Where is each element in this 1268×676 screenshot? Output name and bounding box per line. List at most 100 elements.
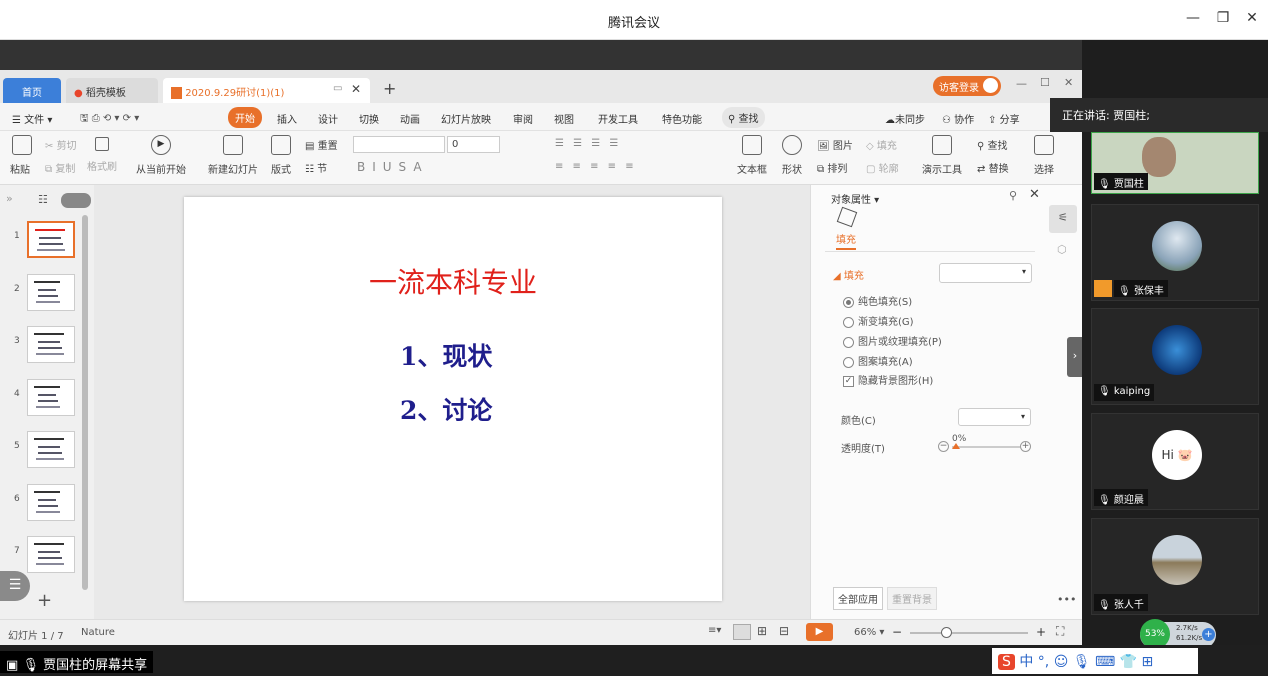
format-painter-button[interactable]: 格式刷 [87,135,117,173]
hide-background-checkbox[interactable]: ✓ [843,375,854,387]
wps-maximize-icon[interactable]: ☐ [1040,76,1050,89]
fill-button[interactable]: ◇ 填充 [866,137,897,152]
ime-toolbar[interactable]: S 中 °, ☺ 🎙 ⌨ 👕 ⊞ [992,648,1198,674]
picture-button[interactable]: 🖼 图片 [817,137,853,152]
collapse-panel-icon[interactable]: › [1067,337,1083,377]
hide-background-option[interactable]: ✓ 隐藏背景图形(H) [843,372,933,387]
transparency-plus-icon[interactable]: + [1020,441,1031,452]
replace-button[interactable]: ⇄ 替换 [977,160,1009,175]
cut-button[interactable]: ✂ 剪切 [45,137,77,152]
normal-view-icon[interactable] [733,624,751,640]
picture-fill-option[interactable]: 图片或纹理填充(P) [843,333,942,348]
theme-name[interactable]: Nature [81,627,115,638]
slide-item-1[interactable]: 1、现状 [400,337,492,373]
play-from-current-button[interactable]: ▶ 从当前开始 [132,135,190,176]
new-tab-icon[interactable]: + [383,79,396,98]
tab-view[interactable]: 视图 [554,111,574,126]
transparency-thumb[interactable] [952,443,960,449]
outline-button[interactable]: ▢ 轮廓 [866,160,899,175]
tab-home[interactable]: 首页 [3,78,61,103]
slide-thumbnail[interactable] [27,378,75,416]
reset-button[interactable]: ▤ 重置 [305,137,338,152]
paste-button[interactable]: 粘贴 [10,135,32,176]
close-icon[interactable]: ✕ [1242,10,1262,26]
copy-button[interactable]: ⧉ 复制 [45,160,75,175]
fill-section-header[interactable]: ◢ 填充 [833,267,864,282]
slide-item-2[interactable]: 2、讨论 [400,391,492,427]
reading-view-icon[interactable]: ⊟ [779,624,789,638]
shape-button[interactable]: 形状 [782,135,802,176]
settings-sidebar-icon[interactable]: ⚟ [1049,205,1077,233]
tab-insert[interactable]: 插入 [277,111,297,126]
presenter-tools-button[interactable]: 演示工具 [922,135,962,176]
close-panel-icon[interactable]: ✕ [1029,187,1040,202]
expand-monitor-icon[interactable]: + [1202,628,1215,641]
tab-document[interactable]: 2020.9.29研讨(1)(1) ▭ ✕ [163,78,370,103]
color-select[interactable]: ▾ [958,408,1031,426]
outline-view-icon[interactable]: ☷ [38,193,48,206]
paragraph-buttons[interactable]: ☰ ☰ ☰ ☰ [555,138,621,149]
solid-fill-option[interactable]: 纯色填充(S) [843,293,912,308]
slide-thumbnail[interactable] [27,431,75,468]
font-name-select[interactable] [353,136,445,153]
slide-thumbnail[interactable] [27,326,75,363]
zoom-level[interactable]: 66% ▾ [854,627,884,638]
fit-window-icon[interactable]: ⛶ [1056,624,1064,639]
participant-tile-2[interactable]: 🎙 kaiping [1091,308,1259,405]
tab-start[interactable]: 开始 [228,107,262,128]
more-icon[interactable]: ••• [1057,593,1076,606]
reset-background-button[interactable]: 重置背景 [887,587,937,610]
sync-status[interactable]: ☁未同步 [885,111,925,126]
collaborate-button[interactable]: ⚇ 协作 [942,111,974,126]
zoom-slider[interactable] [910,632,1028,634]
participant-tile-3[interactable]: Hi 🐷 🎙 颜迎晨 [1091,413,1259,510]
tab-slideshow[interactable]: 幻灯片放映 [441,111,491,126]
wps-minimize-icon[interactable]: — [1016,77,1027,90]
props-header[interactable]: 对象属性 ▾ [831,191,879,206]
gradient-fill-radio[interactable] [843,316,854,328]
pin-icon[interactable]: ⚲ [1009,189,1017,202]
expand-panel-icon[interactable]: » [6,192,13,205]
current-slide[interactable]: 一流本科专业 1、现状 2、讨论 [184,197,722,601]
wps-close-icon[interactable]: ✕ [1064,76,1073,89]
slide-thumbnail[interactable] [27,273,75,311]
quick-access-icons[interactable]: 🖫 ⎙ ⟲ ▾ ⟳ ▾ [80,111,139,128]
new-slide-button[interactable]: 新建幻灯片 [204,135,262,176]
tab-developer[interactable]: 开发工具 [598,111,638,126]
picture-fill-radio[interactable] [843,336,854,348]
font-size-select[interactable]: 0 [447,136,500,153]
zoom-thumb[interactable] [941,627,952,638]
solid-fill-radio[interactable] [843,296,854,308]
layout-button[interactable]: 版式 [271,135,291,176]
slide-thumbnail[interactable] [27,221,75,258]
tab-design[interactable]: 设计 [318,111,338,126]
tab-review[interactable]: 审阅 [513,111,533,126]
close-tab-icon[interactable]: ✕ [351,82,361,96]
share-button[interactable]: ⇪ 分享 [988,111,1020,126]
sorter-view-icon[interactable]: ⊞ [757,624,767,638]
screen-share-label[interactable]: ▣ 🎙 贾国柱的屏幕共享 [0,651,154,673]
cube-sidebar-icon[interactable]: ⬡ [1057,243,1067,256]
thumbnail-view-icon[interactable] [61,193,91,208]
zoom-in-icon[interactable]: + [1036,625,1046,639]
gradient-fill-option[interactable]: 渐变填充(G) [843,313,914,328]
pattern-fill-option[interactable]: 图案填充(A) [843,353,913,368]
tab-animation[interactable]: 动画 [400,111,420,126]
guest-login-button[interactable]: 访客登录 [933,76,1001,96]
add-slide-icon[interactable]: + [37,590,52,611]
window-mode-icon[interactable]: ▭ [333,83,342,94]
apply-all-button[interactable]: 全部应用 [833,587,883,610]
tab-docer-templates[interactable]: ● 稻壳模板 [66,78,158,103]
zoom-out-icon[interactable]: − [892,625,902,639]
find-button[interactable]: ⚲ 查找 [977,137,1008,152]
arrange-button[interactable]: ⧉ 排列 [817,160,847,175]
fill-tab[interactable]: 填充 [836,231,856,250]
file-menu[interactable]: ☰ 文件 ▾ [12,111,52,126]
section-button[interactable]: ☷ 节 [305,160,327,175]
participant-tile-4[interactable]: 🎙 张人千 [1091,518,1259,615]
font-style-buttons[interactable]: BIUSA [357,160,429,174]
menu-float-icon[interactable]: ☰ [0,571,30,601]
slide-thumbnail[interactable] [27,536,75,573]
ime-mode[interactable]: 中 [1019,654,1033,670]
participant-tile-1[interactable]: 🎙 张保丰 [1091,204,1259,301]
